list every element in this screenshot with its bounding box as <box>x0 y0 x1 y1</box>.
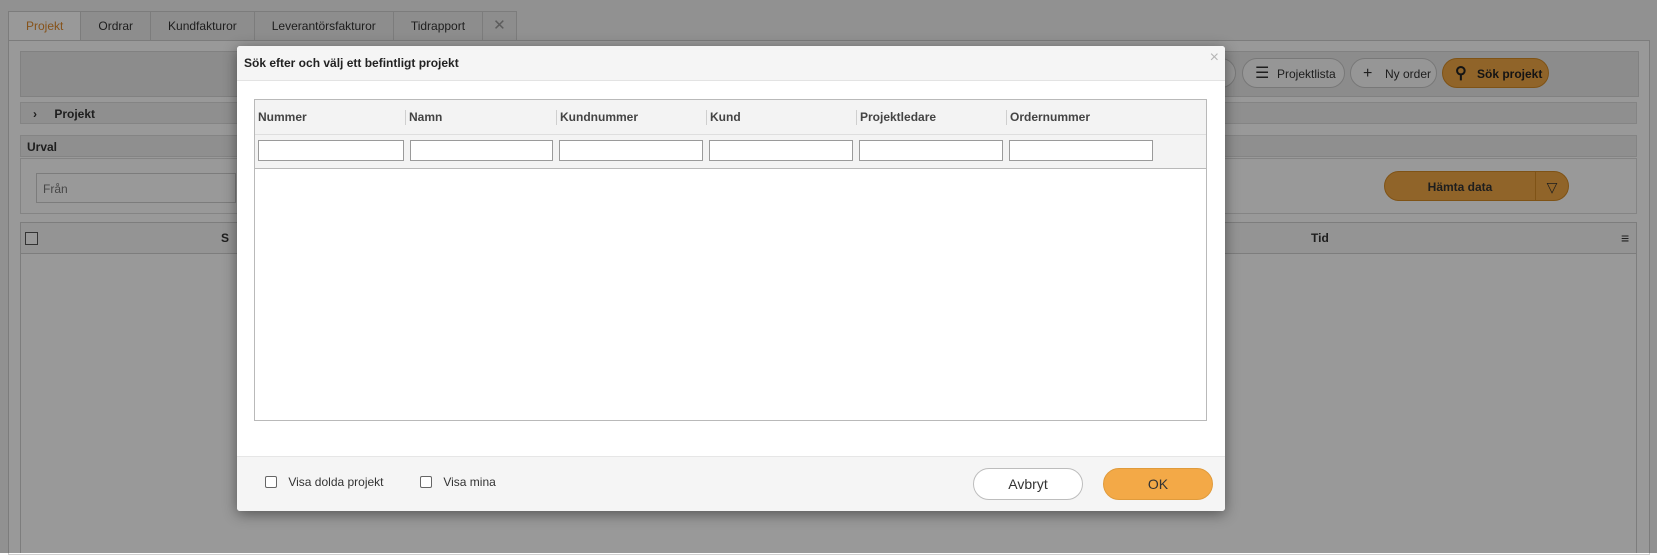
show-hidden-checkbox[interactable] <box>265 475 277 488</box>
ok-button[interactable]: OK <box>1103 468 1213 500</box>
filter-kundnummer-input[interactable] <box>559 140 703 161</box>
show-hidden-label: Visa dolda projekt <box>288 474 384 489</box>
filter-nummer-input[interactable] <box>258 140 404 161</box>
filter-namn-input[interactable] <box>410 140 553 161</box>
search-project-dialog: Sök efter och välj ett befintligt projek… <box>237 46 1225 511</box>
col-kund[interactable]: Kund <box>707 100 856 134</box>
col-namn[interactable]: Namn <box>406 100 556 134</box>
show-mine-label: Visa mina <box>443 474 496 489</box>
col-nummer[interactable]: Nummer <box>255 100 405 134</box>
col-kundnummer[interactable]: Kundnummer <box>557 100 706 134</box>
project-table: Nummer Namn Kundnummer Kund Projektledar… <box>254 99 1207 421</box>
filter-projektledare-input[interactable] <box>859 140 1003 161</box>
project-table-header: Nummer Namn Kundnummer Kund Projektledar… <box>255 100 1206 135</box>
show-mine-toggle[interactable]: Visa mina <box>420 473 496 489</box>
dialog-header: Sök efter och välj ett befintligt projek… <box>237 46 1225 81</box>
col-projektledare[interactable]: Projektledare <box>857 100 1006 134</box>
show-mine-checkbox[interactable] <box>420 475 432 488</box>
dialog-footer: Visa dolda projekt Visa mina Avbryt OK <box>237 456 1225 511</box>
close-icon[interactable]: × <box>1210 49 1219 67</box>
project-table-filter-row <box>255 135 1206 169</box>
filter-ordernummer-input[interactable] <box>1009 140 1153 161</box>
col-ordernummer[interactable]: Ordernummer <box>1007 100 1206 134</box>
cancel-button[interactable]: Avbryt <box>973 468 1083 500</box>
show-hidden-projects-toggle[interactable]: Visa dolda projekt <box>265 473 384 489</box>
dialog-title: Sök efter och välj ett befintligt projek… <box>244 56 459 70</box>
filter-kund-input[interactable] <box>709 140 853 161</box>
